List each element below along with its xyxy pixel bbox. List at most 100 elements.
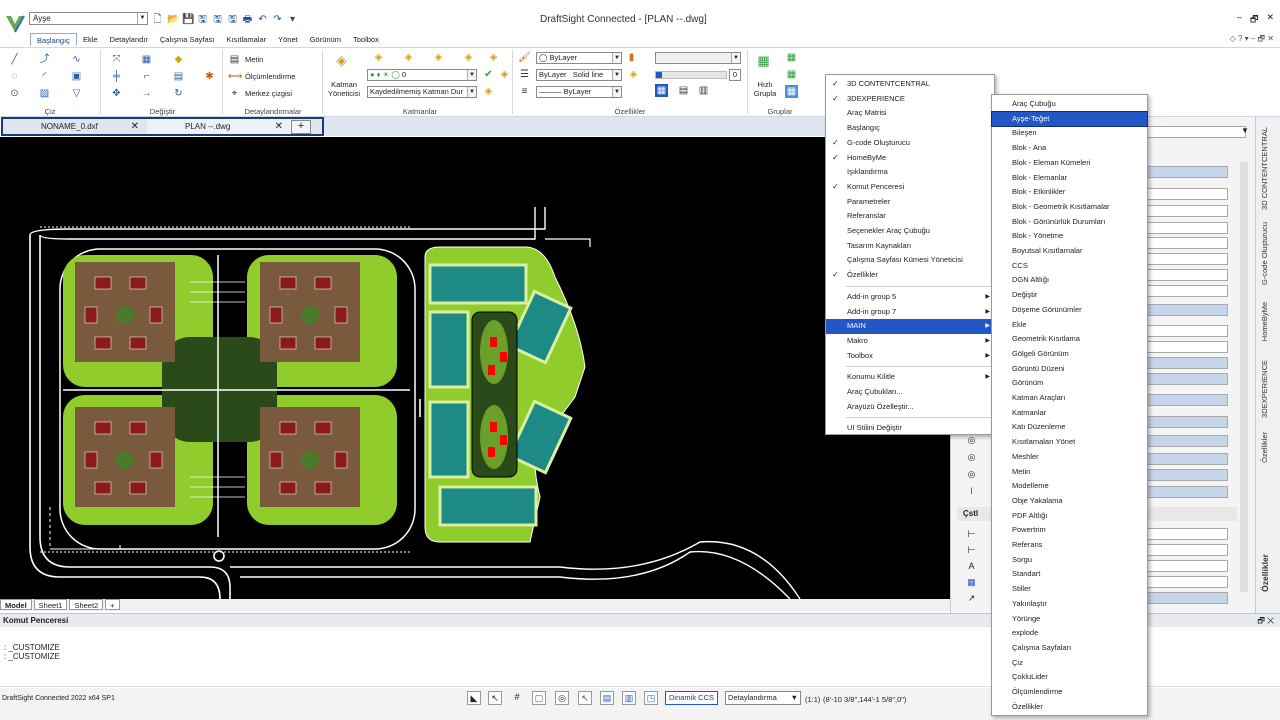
menu-item-panel[interactable]: Başlangıç (826, 121, 994, 136)
toolbar-menu-item[interactable]: Özellikler (992, 700, 1147, 715)
toolbar-menu-item[interactable]: Blok - Eleman Kümeleri (992, 156, 1147, 171)
centerline-icon[interactable]: ⌖ (228, 87, 241, 100)
property-field[interactable] (1146, 435, 1228, 447)
dimension-icon[interactable]: ⟷ (228, 70, 242, 83)
property-field[interactable] (1146, 357, 1228, 369)
toolbar-menu-item[interactable]: Stiller (992, 582, 1147, 597)
toolbar-menu-item[interactable]: Çiz (992, 656, 1147, 671)
side-tab-3dexperience[interactable]: 3DEXPERIENCE (1260, 360, 1269, 418)
ungroup-icon[interactable]: ▦ (785, 68, 798, 81)
erase-icon[interactable]: ◆ (172, 53, 185, 66)
section-header[interactable] (1146, 166, 1228, 178)
rectangle-icon[interactable]: ▣ (70, 70, 83, 83)
layer-tool-icon[interactable]: ◈ (372, 51, 385, 64)
array-icon[interactable]: ▦ (140, 53, 153, 66)
side-tab-3d-contentcentral[interactable]: 3D CONTENTCENTRAL (1260, 127, 1269, 210)
color-bars-icon[interactable]: ▮ (625, 51, 638, 64)
drawing-canvas[interactable] (0, 137, 950, 599)
match-properties-icon[interactable]: 🖌 (518, 51, 531, 64)
dynamic-ccs-toggle[interactable]: Dinamik CCS (665, 691, 719, 705)
toolbar-menu-item[interactable]: Ölçümlendirme (992, 685, 1147, 700)
side-tab-gcode[interactable]: G-code Oluşturucu (1260, 222, 1269, 285)
lineweight-display-icon[interactable]: ▥ (622, 691, 636, 705)
toolbar-menu-item[interactable]: Blok - Geometrik Kısıtlamalar (992, 200, 1147, 215)
toolbar-menu-item[interactable]: Kısıtlamaları Yönet (992, 435, 1147, 450)
annotation-select[interactable]: Detaylandırma ▼ (725, 691, 801, 705)
section-header[interactable] (1146, 394, 1228, 406)
trim-icon[interactable]: ╪ (110, 70, 123, 83)
esnap-icon[interactable]: ↖ (578, 691, 592, 705)
toolbar-menu-item[interactable]: Yakınlaştır (992, 597, 1147, 612)
close-icon[interactable]: ✕ (1266, 12, 1274, 28)
layer-prop-icon[interactable]: ◈ (627, 68, 640, 81)
toolbar-menu-item[interactable]: Katmanlar (992, 406, 1147, 421)
text-icon[interactable]: ▤ (228, 53, 241, 66)
recover-icon[interactable]: 🖫 (227, 14, 238, 25)
make-current-icon[interactable]: ✔ (482, 68, 495, 81)
menu-item-panel[interactable]: Çalışma Sayfası Kümesi Yöneticisi (826, 253, 994, 268)
dimension-button[interactable]: Ölçümlendirme (245, 72, 295, 81)
toolbar-menu-item[interactable]: Meshler (992, 450, 1147, 465)
layer-tool-icon[interactable]: ◈ (432, 51, 445, 64)
save-as-icon[interactable]: 🖫 (197, 14, 208, 25)
property-field[interactable] (1146, 253, 1228, 265)
selection-filter-select[interactable] (1146, 126, 1246, 138)
tab-annotate[interactable]: Detaylandır (104, 33, 154, 46)
doc-tab[interactable]: NONAME_0.dxf ✕ (3, 119, 147, 134)
toolbar-menu-item[interactable]: Ayşe-Teğet (991, 110, 1148, 128)
property-field[interactable] (1146, 453, 1228, 465)
command-window-controls[interactable]: 🗗 ✕ (1257, 614, 1274, 628)
toolbar-menu-item[interactable]: Blok - Ana (992, 141, 1147, 156)
menu-item-ui-style[interactable]: UI Stilini Değiştir (826, 421, 994, 436)
save-all-icon[interactable]: 🖫 (212, 14, 223, 25)
circle-icon[interactable]: ◌ (8, 70, 21, 83)
rotate-icon[interactable]: ↻ (172, 87, 185, 100)
copy-icon[interactable]: ▤ (172, 70, 185, 83)
toolbar-menu-item[interactable]: Katman Araçları (992, 391, 1147, 406)
explode-icon[interactable]: ✱ (203, 70, 216, 83)
sheet-tab[interactable]: Sheet2 (69, 599, 104, 610)
toolbar-menu-item[interactable]: Değiştir (992, 288, 1147, 303)
layer-color-icon[interactable]: ▦ (655, 84, 668, 97)
toolbar-menu-item[interactable]: Blok - Görünürlük Durumları (992, 215, 1147, 230)
toolbar-menu-item[interactable]: Obje Yakalama (992, 494, 1147, 509)
menu-item-panel[interactable]: Işıklandırma (826, 165, 994, 180)
quick-input-icon[interactable]: ◳ (644, 691, 658, 705)
toolbar-menu-item[interactable]: Ekle (992, 318, 1147, 333)
annotation-scale[interactable]: (1:1) (805, 695, 820, 704)
etrack-icon[interactable]: ▤ (600, 691, 614, 705)
polyline-icon[interactable]: ⤴ (38, 53, 51, 66)
transparency-slider[interactable] (655, 71, 727, 79)
snap-icon[interactable]: ◣ (467, 691, 481, 705)
save-icon[interactable]: 💾 (182, 14, 194, 25)
print-icon[interactable]: 🖶 (242, 14, 253, 25)
style-field[interactable] (1146, 576, 1228, 588)
centerline-button[interactable]: Merkez çizgisi (245, 89, 292, 98)
add-sheet-button[interactable]: + (105, 599, 120, 610)
toolbar-menu-item[interactable]: Blok - Yönetme (992, 229, 1147, 244)
toolbar-menu-item[interactable]: Boyutsal Kısıtlamalar (992, 244, 1147, 259)
tab-home[interactable]: Başlangıç (30, 33, 77, 46)
polar-icon[interactable]: ◎ (555, 691, 569, 705)
menu-item-submenu[interactable]: MAIN ▶ (826, 319, 994, 334)
new-tab-button[interactable]: + (291, 120, 311, 134)
layer-save-icon[interactable]: ◈ (482, 85, 495, 98)
arc-icon[interactable]: ◜ (38, 70, 51, 83)
style-field[interactable] (1146, 528, 1228, 540)
menu-item-panel[interactable]: ✓ G-code Oluşturucu (826, 136, 994, 151)
property-field[interactable] (1146, 373, 1228, 385)
menu-item-submenu[interactable]: Makro ▶ (826, 334, 994, 349)
tab-constraints[interactable]: Kısıtlamalar (221, 33, 273, 46)
current-layer-select[interactable]: ● ♦ ☀ ◯ 0 ▼ (367, 69, 477, 81)
linetype-icon[interactable]: ☰ (518, 68, 531, 81)
property-field[interactable] (1146, 486, 1228, 498)
toolbar-menu-item[interactable]: Görüntü Düzeni (992, 362, 1147, 377)
menu-item-panel[interactable]: ✓ Özellikler (826, 268, 994, 283)
layer-state-select[interactable]: Kaydedilmemiş Katman Dur ▼ (367, 86, 477, 98)
toolbar-menu-item[interactable]: Çalışma Sayfaları (992, 641, 1147, 656)
lineweight-icon[interactable]: ≡ (518, 85, 531, 98)
toolbar-menu-item[interactable]: Blok - Etkinlikler (992, 185, 1147, 200)
toolbar-menu-item[interactable]: Powertrim (992, 523, 1147, 538)
property-field[interactable] (1146, 188, 1228, 200)
side-tab-properties[interactable]: Özellikler (1260, 432, 1269, 463)
